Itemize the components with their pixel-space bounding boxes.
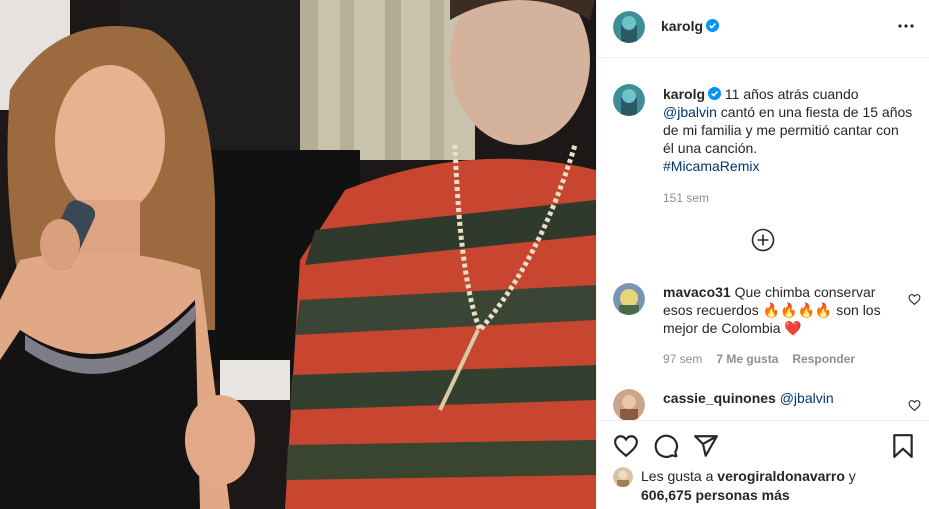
- avatar-image: [613, 283, 645, 315]
- comment-avatar[interactable]: [613, 283, 645, 315]
- comment-text: cassie_quinones @jbalvin: [663, 389, 893, 407]
- heart-icon[interactable]: [613, 433, 639, 459]
- likes-count[interactable]: 606,675 personas más: [641, 486, 790, 505]
- comment-bubble-icon[interactable]: [653, 433, 679, 459]
- heart-icon[interactable]: [908, 293, 921, 306]
- comment-avatar[interactable]: [613, 389, 645, 421]
- likes-prefix: Les gusta a: [641, 468, 718, 484]
- caption-avatar[interactable]: [613, 84, 645, 116]
- comment-timestamp[interactable]: 97 sem: [663, 352, 702, 366]
- caption-timestamp[interactable]: 151 sem: [663, 191, 709, 205]
- bookmark-icon[interactable]: [890, 433, 916, 459]
- likes-conjunction: y: [844, 468, 856, 484]
- avatar-image: [613, 389, 645, 421]
- caption-username[interactable]: karolg: [663, 86, 705, 102]
- heart-icon[interactable]: [908, 399, 921, 412]
- more-options-icon[interactable]: [894, 14, 918, 38]
- red-heart-emoji: ❤️: [784, 320, 802, 336]
- avatar-image: [613, 84, 645, 116]
- avatar-image: [613, 11, 645, 43]
- post-side-panel: karolg karolg 11 años atrás cuando @jbalv…: [596, 0, 929, 509]
- comment-meta: 97 sem 7 Me gusta Responder: [663, 352, 869, 366]
- fire-emoji-group: 🔥🔥🔥🔥: [762, 302, 833, 318]
- caption-mention-link[interactable]: @jbalvin: [663, 104, 717, 120]
- caption-text: karolg 11 años atrás cuando @jbalvin cant…: [663, 85, 913, 175]
- comment-username[interactable]: mavaco31: [663, 284, 731, 300]
- comment-username[interactable]: cassie_quinones: [663, 390, 776, 406]
- post-photo[interactable]: [0, 0, 596, 509]
- reply-button[interactable]: Responder: [792, 352, 855, 366]
- liker-username[interactable]: verogiraldonavarro: [717, 468, 845, 484]
- comment-likes-count[interactable]: 7 Me gusta: [716, 352, 778, 366]
- post-header: karolg: [597, 0, 929, 58]
- verified-badge-icon: [706, 19, 720, 32]
- plus-circle-icon[interactable]: [751, 228, 775, 252]
- comment-text: mavaco31 Que chimba conservar esos recue…: [663, 283, 893, 337]
- caption-body-1: 11 años atrás cuando: [721, 86, 859, 102]
- post-actions: Les gusta a verogiraldonavarro y 606,675…: [597, 420, 929, 509]
- liker-avatar[interactable]: [613, 467, 633, 487]
- caption-hashtag-link[interactable]: #MicamaRemix: [663, 158, 759, 174]
- author-username-text[interactable]: karolg: [661, 18, 703, 34]
- avatar-image: [613, 467, 633, 487]
- author-username[interactable]: karolg: [661, 18, 720, 34]
- author-avatar[interactable]: [613, 11, 645, 43]
- post-photo-image: [0, 0, 596, 509]
- comment-mention-link[interactable]: @jbalvin: [780, 390, 834, 406]
- paper-plane-icon[interactable]: [693, 433, 719, 459]
- verified-badge-icon: [708, 87, 722, 100]
- likes-line-1: Les gusta a verogiraldonavarro y: [641, 467, 856, 486]
